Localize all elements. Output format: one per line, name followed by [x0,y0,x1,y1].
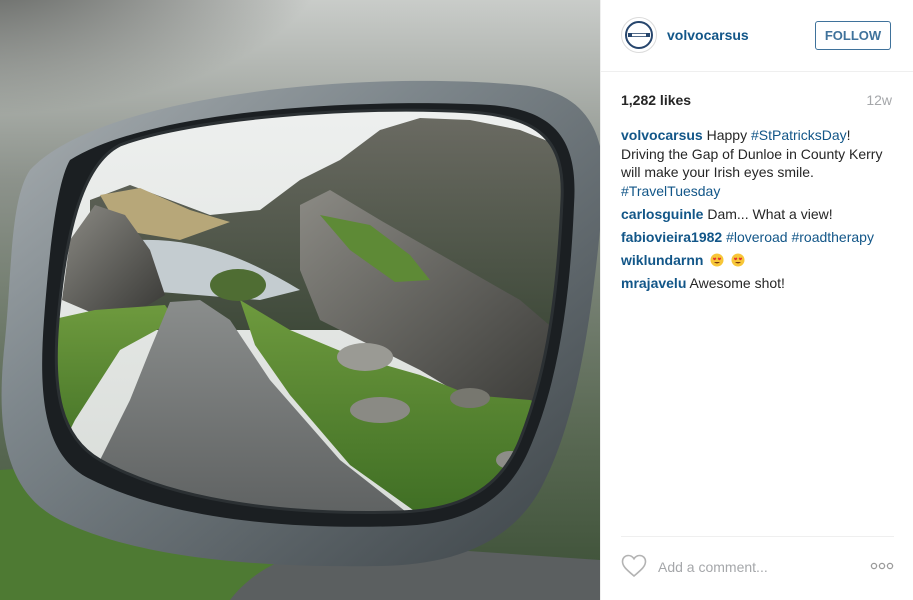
comment-bar [621,536,894,600]
add-comment-input[interactable] [658,555,848,579]
comment-list: volvocarsus Happy #StPatricksDay! Drivin… [621,126,897,297]
post-age[interactable]: 12w [866,92,892,108]
mirror-road-image [0,0,600,600]
profile-username-link[interactable]: volvocarsus [667,27,749,43]
hashtag-link[interactable]: #roadtherapy [791,229,874,245]
likes-count[interactable]: 1,282 likes [621,92,691,108]
more-options-icon[interactable] [870,562,894,570]
comment-item: wiklundarnn [621,251,897,270]
hashtag-link[interactable]: #TravelTuesday [621,183,720,199]
volvo-logo-icon [625,21,653,49]
comment-username-link[interactable]: wiklundarnn [621,252,703,268]
follow-button[interactable]: FOLLOW [815,21,891,50]
post-header: volvocarsus FOLLOW [601,0,913,72]
avatar[interactable] [621,17,657,53]
comment-username-link[interactable]: fabiovieira1982 [621,229,722,245]
hashtag-link[interactable]: #StPatricksDay [751,127,847,143]
comment-username-link[interactable]: mrajavelu [621,275,686,291]
post-photo[interactable] [0,0,600,600]
comment-text: Dam... What a view! [703,205,833,222]
post-sidebar: volvocarsus FOLLOW 1,282 likes 12w volvo… [600,0,913,600]
hashtag-link[interactable]: #loveroad [726,229,788,245]
heart-eyes-emoji-icon [731,253,745,266]
caption-text: Happy [702,127,751,143]
heart-eyes-emoji-icon [710,253,724,266]
heart-icon[interactable] [621,554,647,578]
caption: volvocarsus Happy #StPatricksDay! Drivin… [621,126,897,200]
likes-row: 1,282 likes 12w [621,92,892,110]
comment-item: carlosguinle Dam... What a view! [621,205,897,224]
comment-text: Awesome shot! [686,274,785,291]
comment-item: mrajavelu Awesome shot! [621,274,897,293]
caption-username-link[interactable]: volvocarsus [621,127,703,143]
comment-username-link[interactable]: carlosguinle [621,206,703,222]
comment-item: fabiovieira1982 #loveroad #roadtherapy [621,228,897,247]
